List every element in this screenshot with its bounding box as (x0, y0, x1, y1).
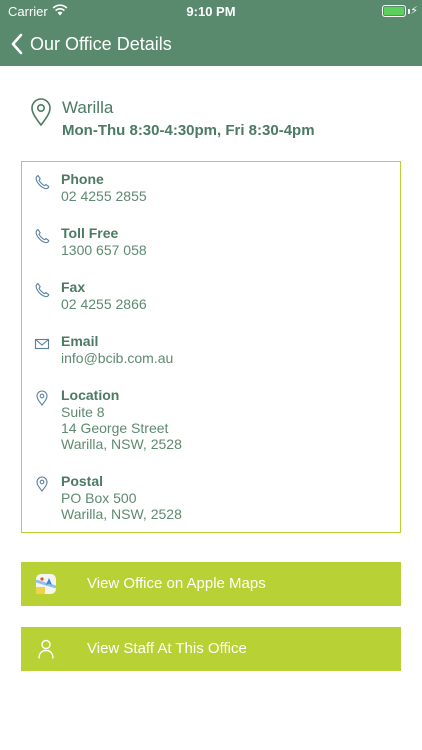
location-line-2: 14 George Street (61, 420, 169, 436)
location-pin-icon (31, 98, 51, 126)
office-header: Warilla Mon-Thu 8:30-4:30pm, Fri 8:30-4p… (30, 96, 400, 146)
phone-icon (35, 228, 50, 244)
toll-free-value[interactable]: 1300 657 058 (61, 242, 147, 258)
battery-icon (382, 5, 406, 17)
page-title: Our Office Details (30, 33, 172, 54)
fax-label: Fax (61, 279, 86, 295)
email-value[interactable]: info@bcib.com.au (61, 350, 173, 366)
location-pin-icon (36, 476, 48, 492)
postal-line-2: Warilla, NSW, 2528 (61, 506, 182, 522)
email-label: Email (61, 333, 99, 349)
status-time: 9:10 PM (186, 4, 236, 19)
location-pin-icon (36, 390, 48, 406)
chevron-left-icon (11, 33, 23, 55)
status-bar: Carrier 9:10 PM ⚡ (0, 0, 422, 22)
view-apple-maps-button[interactable]: View Office on Apple Maps (21, 562, 401, 606)
office-name: Warilla (62, 98, 114, 117)
apple-maps-icon (35, 574, 57, 594)
location-label: Location (61, 387, 120, 403)
location-line-3: Warilla, NSW, 2528 (61, 436, 182, 452)
location-line-1: Suite 8 (61, 404, 105, 420)
phone-icon (35, 174, 50, 190)
office-hours: Mon-Thu 8:30-4:30pm, Fri 8:30-4pm (62, 122, 315, 139)
postal-line-1: PO Box 500 (61, 490, 137, 506)
phone-label: Phone (61, 171, 104, 187)
toll-free-label: Toll Free (61, 225, 119, 241)
navigation-bar: Our Office Details (0, 22, 422, 66)
back-button[interactable]: Our Office Details (10, 30, 172, 58)
phone-value[interactable]: 02 4255 2855 (61, 188, 147, 204)
apple-maps-label: View Office on Apple Maps (87, 575, 266, 592)
fax-value[interactable]: 02 4255 2866 (61, 296, 147, 312)
postal-label: Postal (61, 473, 104, 489)
view-staff-label: View Staff At This Office (87, 640, 247, 657)
view-staff-button[interactable]: View Staff At This Office (21, 627, 401, 671)
charging-bolt-icon: ⚡ (410, 5, 418, 17)
person-icon (38, 639, 54, 659)
envelope-icon (34, 338, 50, 350)
phone-icon (35, 282, 50, 298)
contact-details-card: Phone 02 4255 2855 Toll Free 1300 657 05… (21, 161, 401, 533)
battery-level-fill (384, 7, 404, 15)
